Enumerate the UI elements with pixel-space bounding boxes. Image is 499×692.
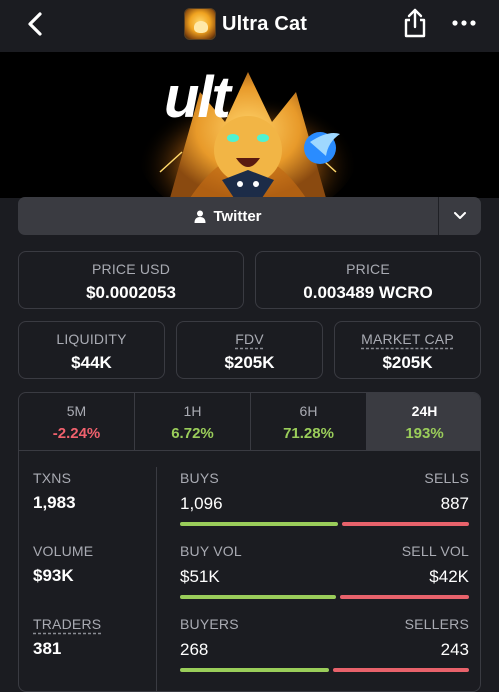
buy-vol-share-bar	[180, 595, 336, 599]
token-title: Ultra Cat	[184, 8, 307, 40]
liquidity-label: LIQUIDITY	[56, 331, 127, 347]
twitter-link-label: Twitter	[213, 207, 262, 225]
buyers-sellers-row: BUYERS SELLERS 268 243	[180, 616, 469, 676]
liquidity-card: LIQUIDITY $44K	[18, 321, 165, 379]
market-cap-card[interactable]: MARKET CAP $205K	[334, 321, 481, 379]
buys-sells-ratio-bar	[180, 522, 469, 526]
price-usd-label: PRICE USD	[91, 261, 171, 277]
sell-vol-value: $42K	[429, 567, 469, 586]
tab-label: 1H	[183, 403, 202, 419]
volume-split-row: BUY VOL SELL VOL $51K $42K	[180, 543, 469, 603]
price-native-value: 0.003489 WCRO	[303, 283, 433, 302]
sells-label: SELLS	[424, 470, 469, 486]
social-links-bar: Twitter	[18, 197, 481, 235]
buyers-share-bar	[180, 668, 329, 672]
volume-ratio-bar	[180, 595, 469, 599]
price-native-label: PRICE	[346, 261, 390, 277]
tab-label: 24H	[411, 403, 438, 419]
buy-share-bar	[180, 522, 338, 526]
tab-label: 5M	[66, 403, 87, 419]
tab-24h[interactable]: 24H 193%	[367, 393, 480, 450]
fdv-card[interactable]: FDV $205K	[176, 321, 323, 379]
liquidity-value: $44K	[71, 353, 112, 372]
sellers-value: 243	[440, 640, 469, 659]
fdv-value: $205K	[224, 353, 275, 372]
traders-ratio-bar	[180, 668, 469, 672]
trading-stats-panel: 5M -2.24% 1H 6.72% 6H 71.28% 24H 193% TX…	[18, 392, 481, 692]
price-usd-value: $0.0002053	[86, 283, 176, 302]
more-links-toggle[interactable]	[439, 197, 481, 235]
buys-label: BUYS	[180, 470, 219, 486]
volume-label: VOLUME	[33, 543, 94, 559]
buyers-value: 268	[180, 640, 209, 659]
sell-share-bar	[342, 522, 469, 526]
column-divider	[156, 467, 157, 691]
tab-change-value: 71.28%	[283, 425, 334, 442]
market-cap-value: $205K	[382, 353, 433, 372]
token-banner: ult	[0, 52, 499, 198]
more-button[interactable]	[450, 10, 478, 36]
page-title: Ultra Cat	[222, 12, 308, 35]
timeframe-tabs: 5M -2.24% 1H 6.72% 6H 71.28% 24H 193%	[19, 393, 480, 451]
banner-artwork	[138, 72, 358, 198]
buy-vol-value: $51K	[180, 567, 220, 586]
tab-label: 6H	[299, 403, 318, 419]
more-horizontal-icon	[452, 20, 476, 26]
tab-change-value: 6.72%	[171, 425, 214, 442]
token-logo-icon	[184, 8, 216, 40]
user-icon	[194, 210, 206, 223]
top-bar: Ultra Cat	[0, 0, 499, 52]
tab-change-value: 193%	[405, 425, 444, 442]
share-icon	[404, 8, 426, 38]
tab-6h[interactable]: 6H 71.28%	[251, 393, 367, 450]
price-native-card: PRICE 0.003489 WCRO	[255, 251, 481, 309]
sell-vol-share-bar	[340, 595, 469, 599]
traders-value: 381	[33, 639, 62, 658]
txns-value: 1,983	[33, 493, 76, 512]
tab-change-value: -2.24%	[52, 425, 101, 442]
txns-label: TXNS	[33, 470, 72, 486]
tab-1h[interactable]: 1H 6.72%	[135, 393, 251, 450]
sells-value: 887	[440, 494, 469, 513]
chevron-left-icon	[28, 12, 42, 36]
sellers-share-bar	[333, 668, 469, 672]
sellers-label: SELLERS	[404, 616, 469, 632]
buyers-label: BUYERS	[180, 616, 239, 632]
back-button[interactable]	[22, 10, 50, 38]
buy-vol-label: BUY VOL	[180, 543, 242, 559]
market-cap-label: MARKET CAP	[361, 331, 454, 347]
price-usd-card: PRICE USD $0.0002053	[18, 251, 244, 309]
sell-vol-label: SELL VOL	[401, 543, 469, 559]
tab-5m[interactable]: 5M -2.24%	[19, 393, 135, 450]
chevron-down-icon	[454, 212, 466, 219]
banner-wordmark: ult	[164, 65, 231, 130]
twitter-link-button[interactable]: Twitter	[18, 197, 438, 235]
share-button[interactable]	[401, 8, 429, 38]
fdv-label: FDV	[235, 331, 264, 347]
buys-sells-row: BUYS SELLS 1,096 887	[180, 470, 469, 530]
traders-label[interactable]: TRADERS	[33, 616, 101, 632]
volume-value: $93K	[33, 566, 74, 585]
buys-value: 1,096	[180, 494, 223, 513]
